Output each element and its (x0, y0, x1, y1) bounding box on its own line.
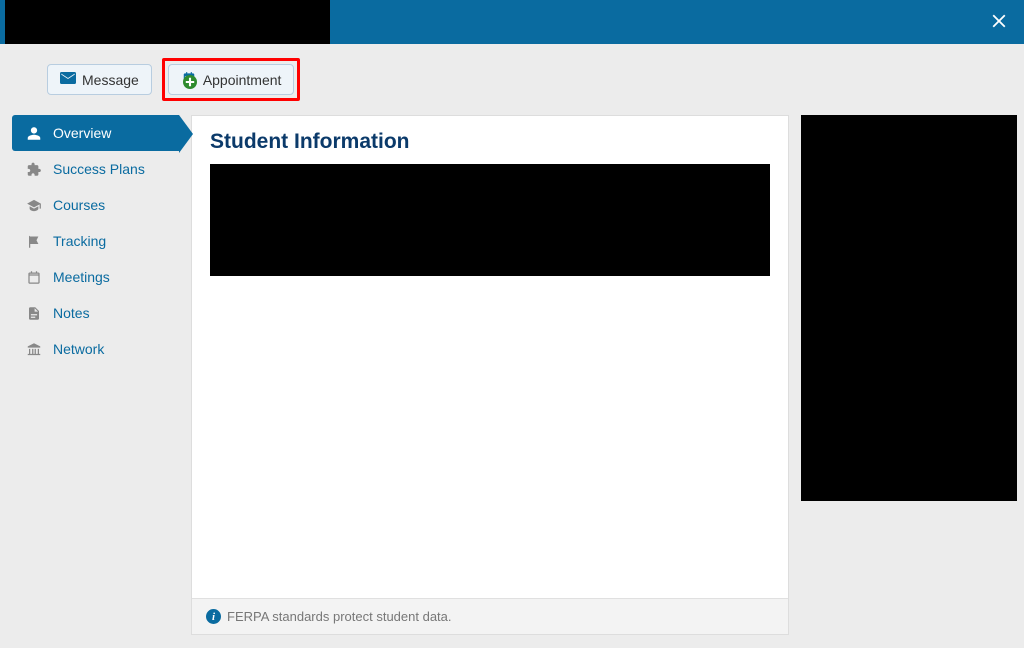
sidebar-item-label: Courses (53, 197, 105, 213)
institution-icon (25, 342, 43, 357)
sidebar-item-success-plans[interactable]: Success Plans (12, 151, 179, 187)
panel-body (192, 276, 788, 598)
flag-icon (25, 234, 43, 249)
info-icon: i (206, 609, 221, 624)
user-icon (25, 126, 43, 141)
message-button[interactable]: Message (47, 64, 152, 95)
main-area: Overview Success Plans Courses Tracking … (0, 115, 1024, 635)
sidebar-item-tracking[interactable]: Tracking (12, 223, 179, 259)
sidebar-item-meetings[interactable]: Meetings (12, 259, 179, 295)
sidebar-item-courses[interactable]: Courses (12, 187, 179, 223)
puzzle-icon (25, 162, 43, 177)
sidebar-item-label: Meetings (53, 269, 110, 285)
calendar-icon (25, 270, 43, 285)
sidebar-item-label: Network (53, 341, 104, 357)
footer-text: FERPA standards protect student data. (227, 609, 452, 624)
sidebar-item-notes[interactable]: Notes (12, 295, 179, 331)
right-panel (801, 115, 1017, 635)
toolbar: Message Appointment (0, 44, 1024, 115)
sidebar-item-label: Success Plans (53, 161, 145, 177)
header-redacted-block (5, 0, 330, 44)
highlight-annotation: Appointment (162, 58, 301, 101)
graduation-icon (25, 198, 43, 213)
panel-title: Student Information (192, 116, 788, 164)
sidebar-item-label: Overview (53, 125, 111, 141)
right-redacted-block (801, 115, 1017, 501)
calendar-plus-icon (181, 71, 197, 88)
content-panel: Student Information i FERPA standards pr… (191, 115, 789, 635)
sidebar-item-overview[interactable]: Overview (12, 115, 179, 151)
appointment-button[interactable]: Appointment (168, 64, 295, 95)
sidebar-item-label: Notes (53, 305, 90, 321)
message-button-label: Message (82, 72, 139, 88)
sidebar: Overview Success Plans Courses Tracking … (12, 115, 179, 635)
header (0, 0, 1024, 44)
close-button[interactable] (988, 8, 1010, 39)
document-icon (25, 306, 43, 321)
panel-footer: i FERPA standards protect student data. (192, 598, 788, 634)
student-info-redacted (210, 164, 770, 276)
appointment-button-label: Appointment (203, 72, 282, 88)
envelope-icon (60, 71, 76, 88)
sidebar-item-network[interactable]: Network (12, 331, 179, 367)
sidebar-item-label: Tracking (53, 233, 106, 249)
